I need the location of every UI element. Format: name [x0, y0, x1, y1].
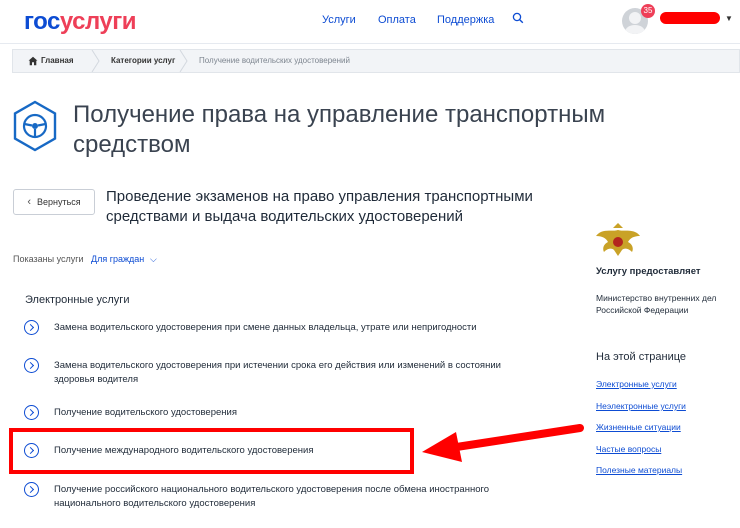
onpage-link-electronic[interactable]: Электронные услуги [596, 379, 677, 389]
arrow-circle-icon [24, 358, 39, 373]
search-icon[interactable] [512, 12, 524, 24]
back-button[interactable]: ‹ Вернуться [13, 189, 95, 215]
onpage-link-materials[interactable]: Полезные материалы [596, 465, 682, 475]
annotation-arrow [422, 424, 584, 462]
filter-label: Показаны услуги [13, 254, 84, 264]
breadcrumb: Главная Категории услуг Получение водите… [12, 49, 740, 73]
nav-services[interactable]: Услуги [322, 14, 356, 26]
provider-name: Министерство внутренних дел Российской Ф… [596, 293, 717, 315]
nav-payment[interactable]: Оплата [378, 14, 416, 26]
annotation-highlight-box [9, 428, 414, 474]
service-link-label: Получение российского национального води… [54, 484, 490, 509]
username-redaction [660, 12, 720, 24]
arrow-circle-icon [24, 482, 39, 497]
logo-part-gos: гос [24, 8, 60, 35]
back-button-label: Вернуться [37, 197, 81, 207]
onpage-link-nonelectronic[interactable]: Неэлектронные услуги [596, 401, 686, 411]
top-header: госуслуги Услуги Оплата Поддержка 35 ▼ [0, 0, 740, 44]
page-title: Получение права на управление транспортн… [73, 101, 606, 158]
service-link-label: Замена водительского удостоверения при с… [54, 322, 477, 333]
section-heading: Электронные услуги [25, 294, 130, 306]
page-subtitle: Проведение экзаменов на право управления… [106, 188, 533, 225]
onpage-heading: На этой странице [596, 351, 687, 363]
chevron-down-icon[interactable]: ⌵ [150, 254, 157, 265]
breadcrumb-separator [179, 50, 188, 72]
home-icon[interactable] [28, 56, 38, 66]
notification-badge[interactable]: 35 [641, 4, 655, 18]
breadcrumb-current: Получение водительских удостоверений [199, 56, 350, 65]
onpage-link-faq[interactable]: Частые вопросы [596, 444, 661, 454]
nav-support[interactable]: Поддержка [437, 14, 494, 26]
breadcrumb-categories[interactable]: Категории услуг [111, 50, 175, 72]
chevron-down-icon[interactable]: ▼ [725, 14, 733, 23]
logo-part-uslugi: услуги [59, 8, 137, 35]
gosuslugi-logo[interactable]: госуслуги [24, 8, 137, 36]
breadcrumb-home[interactable]: Главная [41, 50, 74, 72]
ministry-emblem-icon [596, 223, 640, 256]
arrow-circle-icon [24, 405, 39, 420]
provider-heading: Услугу предоставляет [596, 266, 701, 277]
arrow-circle-icon [24, 320, 39, 335]
breadcrumb-separator [91, 50, 100, 72]
onpage-link-life-situations[interactable]: Жизненные ситуации [596, 422, 681, 432]
audience-filter-dropdown[interactable]: Для граждан [91, 254, 144, 264]
service-link-label: Замена водительского удостоверения при и… [54, 360, 501, 385]
steering-wheel-icon [13, 100, 57, 152]
chevron-left-icon: ‹ [27, 196, 31, 208]
